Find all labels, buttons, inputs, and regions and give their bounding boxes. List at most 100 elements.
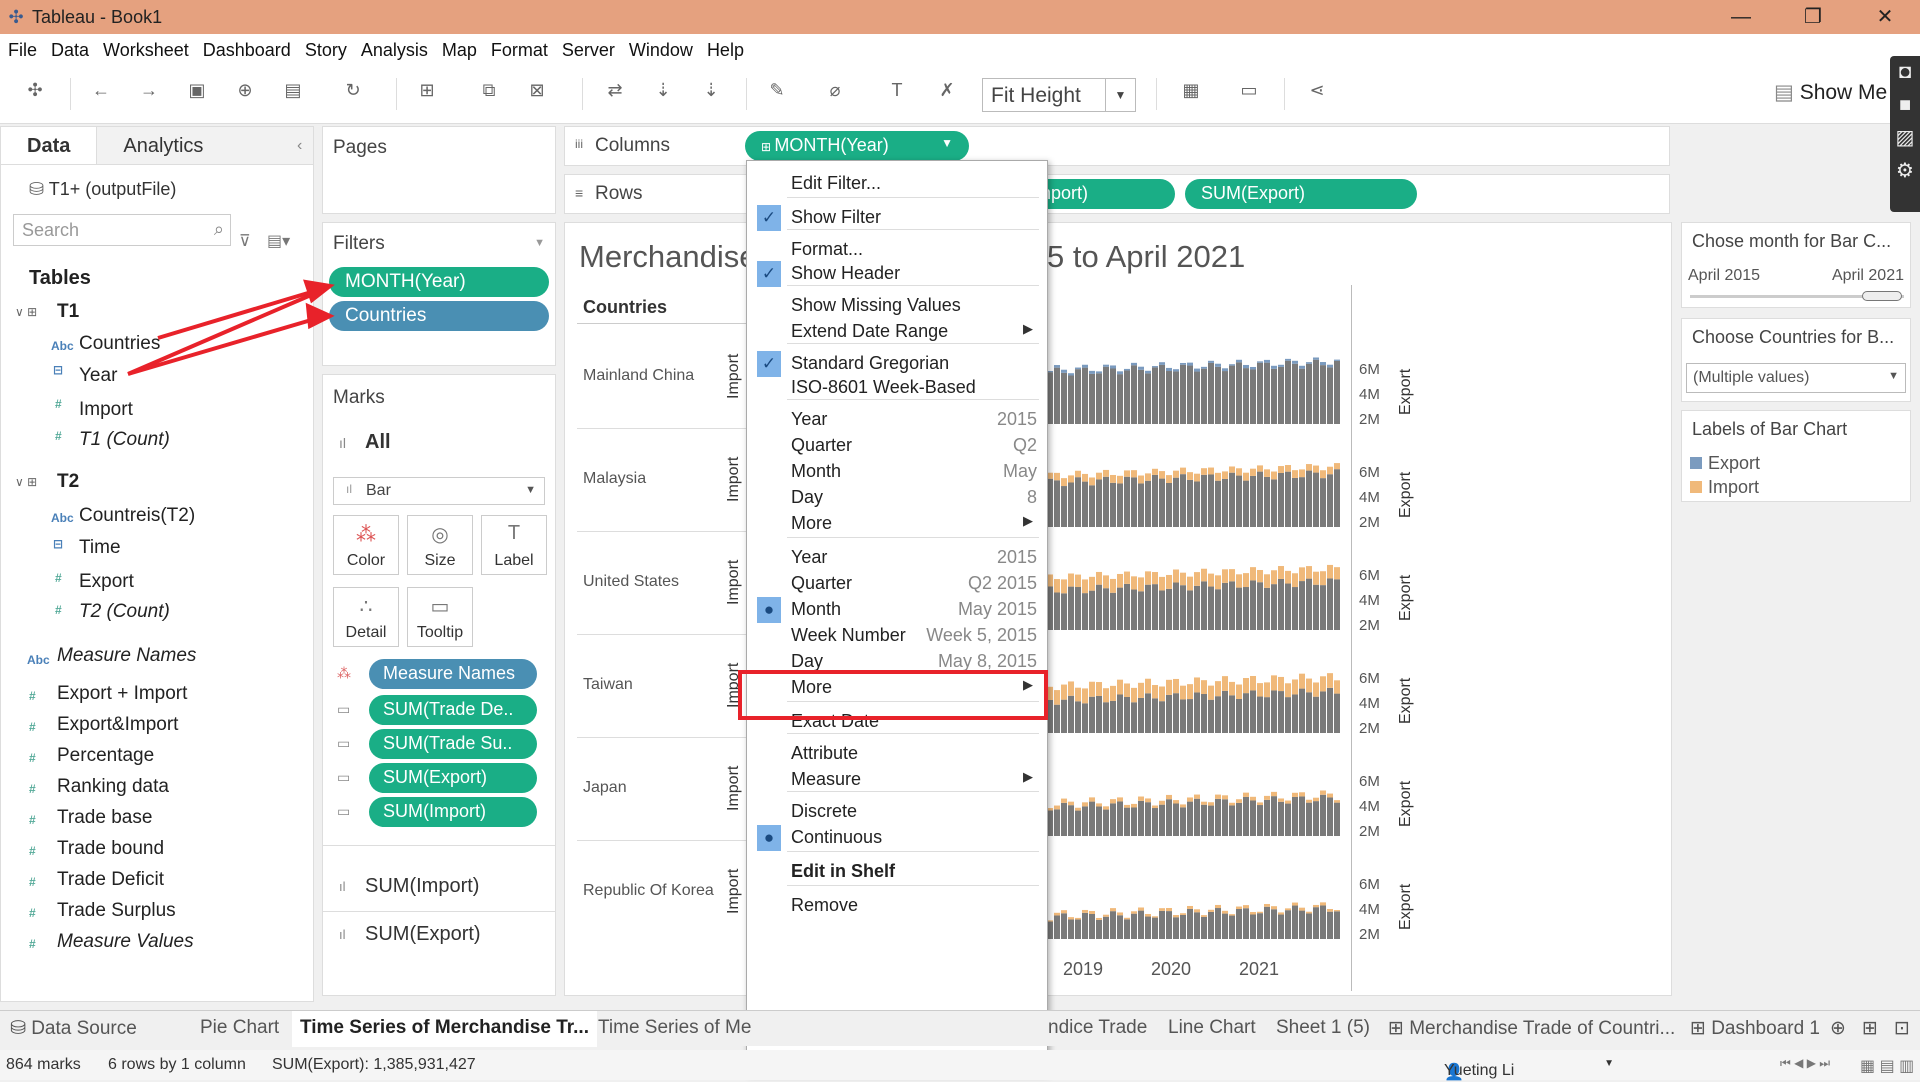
menu-item-remove-25[interactable]: Remove [747, 891, 1047, 921]
menu-item-iso-8601-week-based-7[interactable]: ISO-8601 Week-Based [747, 373, 1047, 403]
menu-item-edit-in-shelf-24[interactable]: Edit in Shelf [747, 857, 1047, 887]
tab-data[interactable]: Data [1, 127, 97, 164]
menu-item-more-12[interactable]: More ▶ [747, 509, 1047, 539]
group-icon[interactable]: ⌀ [822, 80, 848, 101]
duplicate-icon[interactable]: ⧉ [476, 80, 502, 101]
mark-type-dropdown[interactable]: Bar ıl ▼ [333, 477, 545, 505]
sheet-nav-arrows-icon[interactable]: ⏮ ◀ ▶ ⏭ [1780, 1056, 1830, 1071]
menu-item-edit-filter-0[interactable]: Edit Filter... [747, 169, 1047, 199]
settings-gear-icon[interactable]: ⚙ [1890, 155, 1920, 188]
tab-data-source[interactable]: ⛁ Data Source [10, 1017, 137, 1040]
tab-pie-chart[interactable]: Pie Chart [200, 1017, 279, 1039]
view-options-icon[interactable]: ▤▾ [267, 231, 290, 251]
undo-icon[interactable]: ← [88, 80, 114, 101]
menu-file[interactable]: File [8, 40, 37, 61]
menu-window[interactable]: Window [629, 40, 693, 61]
menu-map[interactable]: Map [442, 40, 477, 61]
size-button[interactable]: ◎ Size [407, 515, 473, 575]
marks-sub-import[interactable]: SUM(Import) [365, 875, 479, 898]
field-import[interactable]: Import [79, 399, 133, 421]
rows-pill-export[interactable]: SUM(Export) [1185, 179, 1417, 209]
field-measure-2[interactable]: Percentage [57, 745, 154, 767]
menu-item-continuous-23[interactable]: ● Continuous [747, 823, 1047, 853]
country-dropdown[interactable]: (Multiple values) ▼ [1686, 363, 1906, 393]
fix-axes-icon[interactable]: ✗ [934, 80, 960, 101]
field-t1-count[interactable]: T1 (Count) [79, 429, 170, 451]
clear-sheet-icon[interactable]: ⊠ [524, 80, 550, 101]
new-dashboard-tab-icon[interactable]: ⊞ [1862, 1017, 1878, 1040]
field-year[interactable]: Year [79, 365, 117, 387]
menu-server[interactable]: Server [562, 40, 615, 61]
menu-story[interactable]: Story [305, 40, 347, 61]
new-datasource-icon[interactable]: ⊕ [232, 80, 258, 101]
filter-fields-icon[interactable]: ⊽ [239, 231, 251, 251]
new-story-tab-icon[interactable]: ⊡ [1894, 1017, 1910, 1040]
save-icon[interactable]: ▣ [184, 80, 210, 101]
marks-pill-measure-names[interactable]: Measure Names [369, 659, 537, 689]
sheet-view-icons[interactable]: ▦ ▤ ▥ [1860, 1056, 1914, 1076]
tab-sheet-1-5[interactable]: Sheet 1 (5) [1276, 1017, 1370, 1039]
menu-worksheet[interactable]: Worksheet [103, 40, 189, 61]
refresh-icon[interactable]: ↻ [340, 80, 366, 101]
field-t2-count[interactable]: T2 (Count) [79, 601, 170, 623]
tableau-home-icon[interactable]: ✣ [22, 80, 48, 101]
field-measure-5[interactable]: Trade bound [57, 838, 164, 860]
menu-item-extend-date-range-5[interactable]: Extend Date Range ▶ [747, 317, 1047, 347]
new-worksheet-tab-icon[interactable]: ⊕ [1830, 1017, 1846, 1040]
marks-all[interactable]: All [365, 431, 391, 454]
field-export[interactable]: Export [79, 571, 134, 593]
tab-merchandise-trade[interactable]: ndice Trade [1048, 1017, 1147, 1039]
menu-analysis[interactable]: Analysis [361, 40, 428, 61]
tooltip-button[interactable]: ▭ Tooltip [407, 587, 473, 647]
share-icon[interactable]: ⋖ [1304, 80, 1330, 101]
field-countries[interactable]: Countries [79, 333, 160, 355]
video-icon[interactable]: ■ [1890, 89, 1920, 122]
gallery-icon[interactable]: ▨ [1890, 122, 1920, 155]
swap-icon[interactable]: ⇄ [602, 80, 628, 101]
restore-button[interactable]: ❐ [1784, 0, 1842, 34]
tab-dashboard-1[interactable]: ⊞ Dashboard 1 [1690, 1017, 1820, 1040]
screenshot-icon[interactable]: ◘ [1890, 56, 1920, 89]
field-measure-names[interactable]: Measure Names [57, 645, 196, 667]
marks-pill-trade-surplus[interactable]: SUM(Trade Su.. [369, 729, 537, 759]
highlight-icon[interactable]: ✎ [764, 80, 790, 101]
presentation-mode-icon[interactable]: ▭ [1236, 80, 1262, 101]
menu-item-show-header-3[interactable]: ✓ Show Header [747, 259, 1047, 289]
show-mark-labels-icon[interactable]: T [884, 80, 910, 101]
chevron-down-icon[interactable]: ▼ [534, 237, 545, 249]
collapse-t2-icon[interactable]: ∨ ⊞ [15, 475, 37, 489]
show-cards-icon[interactable]: ▦ [1178, 80, 1204, 101]
filter-pill-month-year[interactable]: MONTH(Year) [329, 267, 549, 297]
field-measure-8[interactable]: Measure Values [57, 931, 194, 953]
search-input[interactable]: Search ⌕ [13, 214, 231, 246]
field-measure-4[interactable]: Trade base [57, 807, 152, 829]
menu-dashboard[interactable]: Dashboard [203, 40, 291, 61]
label-button[interactable]: T Label [481, 515, 547, 575]
field-measure-3[interactable]: Ranking data [57, 776, 169, 798]
detail-button[interactable]: ∴ Detail [333, 587, 399, 647]
collapse-pane-icon[interactable]: ‹ [297, 137, 302, 155]
tab-analytics[interactable]: Analytics [96, 127, 313, 164]
minimize-button[interactable]: — [1712, 0, 1770, 34]
datasource-label[interactable]: ⛁ T1+ (outputFile) [1, 165, 313, 200]
menu-help[interactable]: Help [707, 40, 744, 61]
marks-sub-export[interactable]: SUM(Export) [365, 923, 481, 946]
redo-icon[interactable]: → [136, 80, 162, 101]
fit-dropdown[interactable]: Fit Height ▼ [982, 78, 1136, 112]
table-t2[interactable]: T2 [57, 471, 79, 493]
sort-asc-icon[interactable]: ⇣ [650, 80, 676, 101]
tab-merchandise-countries[interactable]: ⊞ Merchandise Trade of Countri... [1388, 1017, 1675, 1040]
tab-line-chart[interactable]: Line Chart [1168, 1017, 1256, 1039]
slider-handle[interactable] [1862, 291, 1902, 301]
marks-pill-import[interactable]: SUM(Import) [369, 797, 537, 827]
tab-time-series-2[interactable]: Time Series of Me [598, 1017, 751, 1039]
table-t1[interactable]: T1 [57, 301, 79, 323]
filter-pill-countries[interactable]: Countries [329, 301, 549, 331]
tab-time-series-active[interactable]: Time Series of Merchandise Tr... [292, 1011, 597, 1047]
menu-item-show-filter-1[interactable]: ✓ Show Filter [747, 203, 1047, 233]
field-measure-1[interactable]: Export&Import [57, 714, 178, 736]
columns-pill-month-year[interactable]: ⊞ MONTH(Year) ▼ [745, 131, 969, 161]
new-worksheet-icon[interactable]: ⊞ [414, 80, 440, 101]
field-measure-6[interactable]: Trade Deficit [57, 869, 164, 891]
field-measure-7[interactable]: Trade Surplus [57, 900, 176, 922]
